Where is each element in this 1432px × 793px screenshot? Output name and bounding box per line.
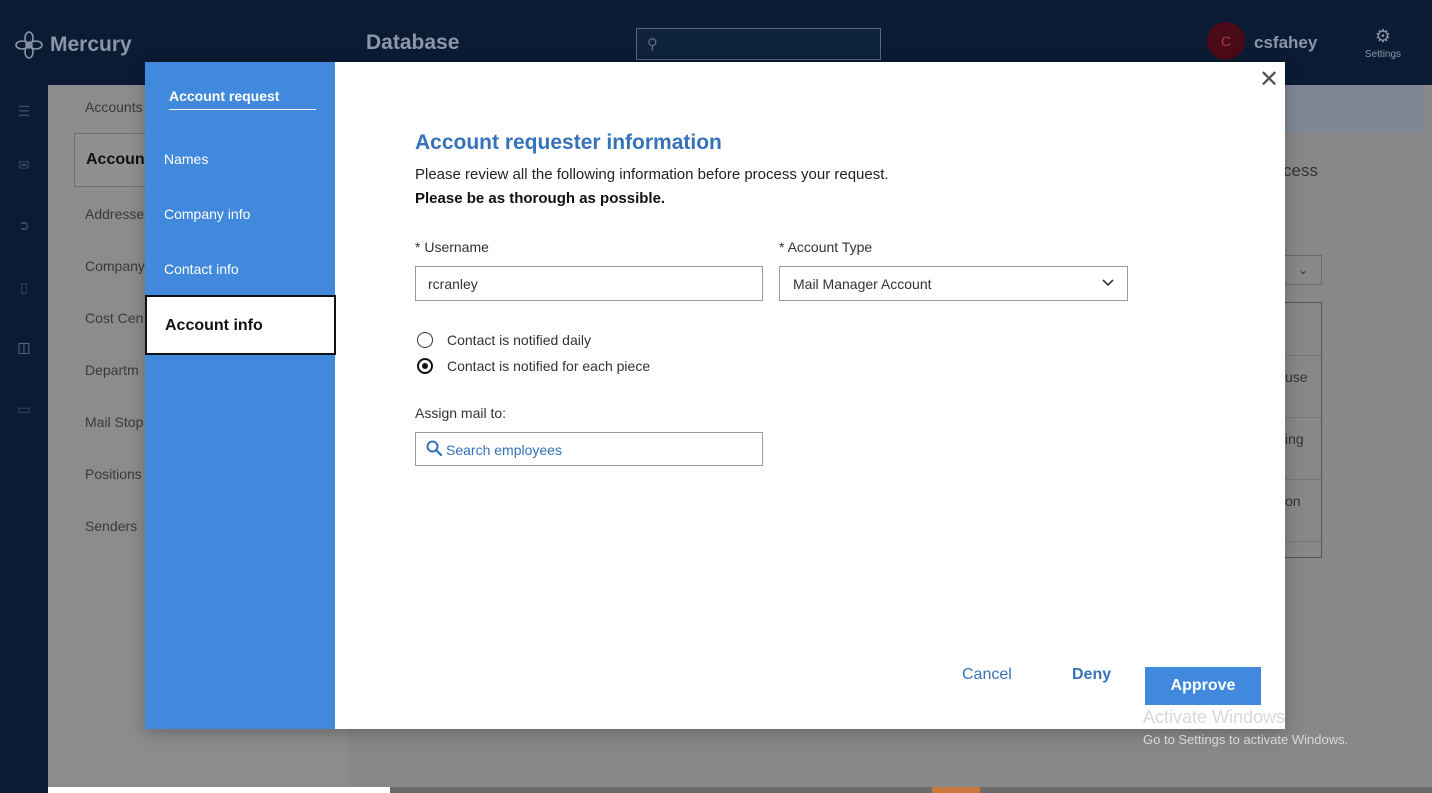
tab-contact-info[interactable]: Contact info (164, 261, 239, 277)
table-cell-fragment: ing (1285, 431, 1304, 447)
header-strip (1285, 85, 1425, 133)
sidebar-item-senders[interactable]: Senders (85, 518, 137, 534)
arrow-circle-icon[interactable]: ➲ (16, 217, 32, 234)
account-request-modal: Account request Names Company info Conta… (145, 62, 1285, 729)
notify-each-piece-radio[interactable]: Contact is notified for each piece (417, 358, 650, 374)
sidebar-item-positions[interactable]: Positions (85, 466, 142, 482)
sidebar-item-addresses[interactable]: Addresses (85, 206, 151, 222)
close-icon: ✕ (1258, 66, 1280, 93)
monitor-icon[interactable]: ▭ (16, 401, 32, 418)
document-icon[interactable]: ▯ (16, 279, 32, 296)
modal-sidebar-title: Account request (169, 88, 316, 110)
watermark-title: Activate Windows (1143, 707, 1286, 727)
global-search-input[interactable]: ⚲ (636, 28, 881, 60)
assign-mail-label: Assign mail to: (415, 405, 507, 421)
background-table (1284, 302, 1322, 558)
account-type-label: * Account Type (779, 239, 873, 255)
modal-sidebar: Account request Names Company info Conta… (145, 62, 336, 729)
username-field[interactable] (415, 266, 763, 301)
username-label[interactable]: csfahey (1254, 33, 1317, 53)
database-icon[interactable]: ◫ (16, 339, 32, 356)
icon-rail: ☰ ✉ ➲ ▯ ◫ ▭ (0, 85, 48, 793)
process-text-fragment: cess (1283, 161, 1318, 180)
mercury-logo-icon (15, 31, 43, 59)
account-type-value: Mail Manager Account (793, 276, 932, 292)
sidebar-item-mail-stops[interactable]: Mail Stop (85, 414, 143, 430)
settings-button[interactable]: ⚙ Settings (1360, 26, 1406, 60)
taskbar-strip (48, 787, 1432, 793)
mail-icon[interactable]: ✉ (16, 157, 32, 174)
avatar[interactable]: C (1207, 22, 1245, 60)
instructions-text: Please review all the following informat… (415, 166, 889, 183)
close-button[interactable]: ✕ (1257, 68, 1281, 92)
username-label: * Username (415, 239, 489, 255)
gear-icon: ⚙ (1374, 26, 1392, 46)
app-name: Mercury (50, 33, 132, 56)
windows-activation-watermark: Activate Windows Go to Settings to activ… (1143, 707, 1348, 747)
app-logo[interactable]: Mercury (14, 30, 132, 60)
sidebar-item-cost-centers[interactable]: Cost Cen (85, 310, 143, 326)
radio-button-selected[interactable] (417, 358, 433, 374)
table-cell-fragment: on (1285, 493, 1301, 509)
employee-search-input[interactable] (446, 439, 746, 461)
radio-label: Contact is notified daily (447, 332, 591, 348)
background-dropdown[interactable]: ⌄ (1284, 255, 1322, 285)
chevron-down-icon (1102, 279, 1114, 287)
tab-names[interactable]: Names (164, 151, 208, 167)
breadcrumb[interactable]: Accounts (85, 99, 143, 115)
chevron-down-icon: ⌄ (1297, 263, 1309, 277)
section-title: Database (366, 31, 460, 54)
search-icon (426, 440, 442, 456)
search-icon: ⚲ (647, 36, 658, 53)
cancel-button[interactable]: Cancel (962, 666, 1012, 684)
settings-label: Settings (1364, 49, 1402, 60)
radio-button-unselected[interactable] (417, 332, 433, 348)
sidebar-item-label: Account (86, 151, 150, 168)
radio-label: Contact is notified for each piece (447, 358, 651, 374)
deny-button[interactable]: Deny (1072, 666, 1111, 684)
instructions-bold-text: Please be as thorough as possible. (415, 190, 666, 207)
employee-search-field[interactable] (415, 432, 763, 466)
menu-icon[interactable]: ☰ (16, 103, 32, 120)
sidebar-item-departments[interactable]: Departm (85, 362, 139, 378)
account-type-select[interactable]: Mail Manager Account (779, 266, 1128, 301)
page-title: Account requester information (415, 131, 722, 154)
notify-daily-radio[interactable]: Contact is notified daily (417, 332, 591, 348)
tab-account-info[interactable]: Account info (145, 295, 336, 355)
table-cell-fragment: use (1285, 369, 1308, 385)
sidebar-item-company[interactable]: Company (85, 258, 145, 274)
tab-company-info[interactable]: Company info (164, 206, 250, 222)
watermark-subtitle: Go to Settings to activate Windows. (1143, 732, 1349, 747)
approve-button[interactable]: Approve (1145, 667, 1261, 705)
